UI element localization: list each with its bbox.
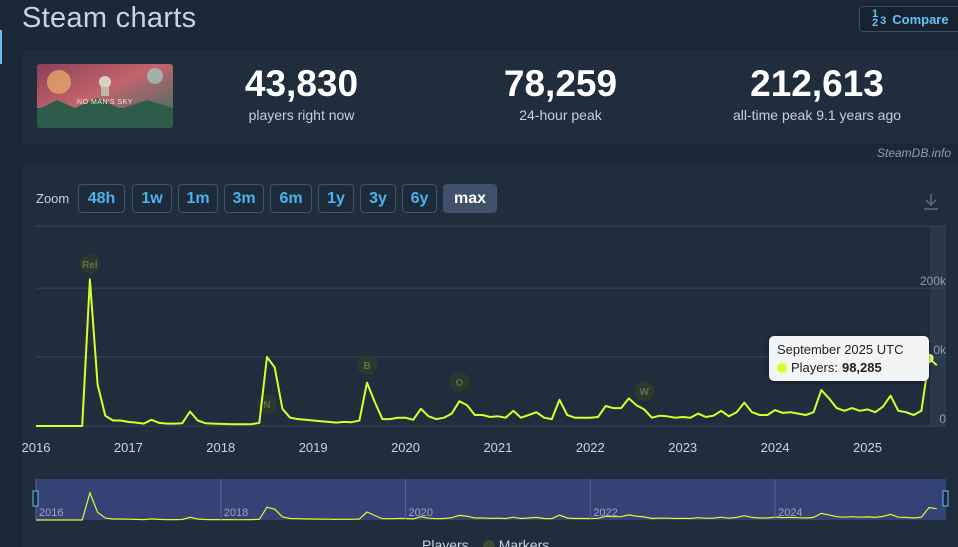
x-tick-label: 2024 — [761, 440, 790, 455]
tooltip-series-dot — [777, 362, 787, 373]
y-tick-label: 0k — [933, 343, 947, 357]
marker-label: O — [456, 378, 464, 389]
navigator-handle-left[interactable] — [32, 490, 39, 507]
tooltip-series-label: Players: — [791, 360, 838, 375]
marker-label: N — [263, 400, 270, 411]
navigator-handle-right[interactable] — [942, 490, 949, 507]
legend-markers-item[interactable]: Markers — [482, 537, 550, 547]
y-tick-label: 0 — [939, 412, 946, 426]
marker-label: B — [363, 361, 370, 372]
marker-label: Rel — [82, 260, 98, 271]
x-tick-label: 2016 — [22, 440, 51, 455]
y-tick-label: 200k — [920, 274, 947, 288]
x-tick-label: 2017 — [114, 440, 143, 455]
chart-legend: Players Markers — [422, 537, 549, 547]
chart-tooltip: September 2025 UTC Players: 98,285 — [769, 336, 929, 381]
tooltip-value: 98,285 — [841, 360, 882, 375]
chart-hover-band — [930, 226, 946, 426]
navigator-tick-label: 2018 — [224, 507, 248, 519]
navigator-tick-label: 2016 — [39, 507, 63, 519]
x-tick-label: 2022 — [576, 440, 605, 455]
marker-label: W — [639, 387, 649, 398]
players-chart[interactable]: 0 0k 200k 2016 2017 2018 2019 2020 2021 2022 2023 2… — [0, 0, 958, 547]
page-root: Steam charts 1 2 3 Compare NO MAN'S SKY … — [0, 0, 958, 547]
x-tick-label: 2021 — [483, 440, 512, 455]
tooltip-row: Players: 98,285 — [777, 360, 921, 375]
x-tick-label: 2018 — [206, 440, 235, 455]
legend-players[interactable]: Players — [422, 537, 469, 547]
x-tick-label: 2025 — [853, 440, 882, 455]
tooltip-date: September 2025 UTC — [777, 342, 904, 357]
x-tick-label: 2020 — [391, 440, 420, 455]
navigator-tick-label: 2022 — [593, 507, 617, 519]
navigator-tick-label: 2024 — [778, 507, 802, 519]
legend-markers-dot — [482, 540, 495, 547]
x-tick-label: 2019 — [299, 440, 328, 455]
navigator-tick-label: 2020 — [409, 507, 433, 519]
legend-markers: Markers — [498, 537, 550, 547]
navigator-range — [36, 479, 946, 520]
x-tick-label: 2023 — [668, 440, 697, 455]
